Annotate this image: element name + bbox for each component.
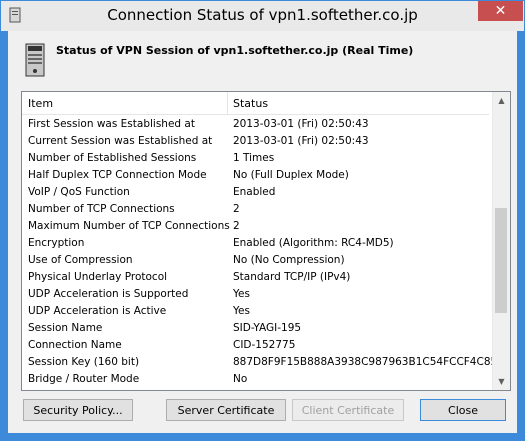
row-status-value: SID-YAGI-195 (233, 322, 302, 334)
row-item-label: Connection Name (28, 339, 122, 351)
client-certificate-button: Client Certificate (292, 399, 404, 421)
row-item-label: Maximum Number of TCP Connections (28, 220, 230, 232)
row-item-label: Current Session was Established at (28, 135, 213, 147)
row-item-label: Number of Established Sessions (28, 152, 197, 164)
list-row[interactable]: Session Name SID-YAGI-195 (22, 320, 489, 337)
row-item-label: Half Duplex TCP Connection Mode (28, 169, 207, 181)
scroll-down-arrow-icon[interactable]: ▼ (493, 373, 510, 390)
list-row[interactable]: Bridge / Router Mode No (22, 371, 489, 388)
row-status-value: Yes (233, 288, 250, 300)
dialog-body: Status of VPN Session of vpn1.softether.… (8, 31, 517, 433)
list-row[interactable]: Current Session was Established at 2013-0… (22, 133, 489, 150)
window-title: Connection Status of vpn1.softether.co.j… (107, 6, 418, 24)
session-status-heading: Status of VPN Session of vpn1.softether.… (56, 44, 414, 57)
list-row[interactable]: Half Duplex TCP Connection Mode No (Full … (22, 167, 489, 184)
column-divider[interactable] (227, 92, 228, 114)
list-row[interactable]: Maximum Number of TCP Connections 2 (22, 218, 489, 235)
row-item-label: Session Name (28, 322, 103, 334)
row-status-value: Standard TCP/IP (IPv4) (233, 271, 351, 283)
window-close-button[interactable]: ✕ (478, 1, 523, 21)
row-status-value: 2013-03-01 (Fri) 02:50:43 (233, 135, 369, 147)
row-status-value: Enabled (233, 186, 276, 198)
list-row[interactable]: Connection Name CID-152775 (22, 337, 489, 354)
row-status-value: Yes (233, 305, 250, 317)
row-status-value: No (No Compression) (233, 254, 345, 266)
row-item-label: Use of Compression (28, 254, 133, 266)
row-status-value: No (233, 373, 248, 385)
list-row[interactable]: Session Key (160 bit) 887D8F9F15B888A3938… (22, 354, 504, 371)
list-row[interactable]: Encryption Enabled (Algorithm: RC4-MD5) (22, 235, 489, 252)
column-header-item[interactable]: Item (28, 97, 53, 110)
list-row[interactable]: UDP Acceleration is Active Yes (22, 303, 489, 320)
row-item-label: First Session was Established at (28, 118, 195, 130)
close-button[interactable]: Close (420, 399, 506, 421)
list-row[interactable]: Use of Compression No (No Compression) (22, 252, 489, 269)
server-icon (25, 43, 45, 77)
row-item-label: UDP Acceleration is Active (28, 305, 167, 317)
dialog-window: Connection Status of vpn1.softether.co.j… (0, 0, 525, 441)
list-row[interactable]: Physical Underlay Protocol Standard TCP/I… (22, 269, 489, 286)
row-item-label: Bridge / Router Mode (28, 373, 140, 385)
vertical-scrollbar[interactable]: ▲ ▼ (492, 92, 510, 390)
title-bar[interactable]: Connection Status of vpn1.softether.co.j… (1, 1, 524, 31)
list-header: Item Status (22, 92, 489, 115)
list-row[interactable]: VoIP / QoS Function Enabled (22, 184, 489, 201)
scroll-thumb[interactable] (495, 208, 507, 313)
row-status-value: No (Full Duplex Mode) (233, 169, 349, 181)
list-row[interactable]: Number of TCP Connections 2 (22, 201, 489, 218)
row-item-label: Physical Underlay Protocol (28, 271, 168, 283)
row-status-value: CID-152775 (233, 339, 296, 351)
row-item-label: VoIP / QoS Function (28, 186, 130, 198)
status-list[interactable]: Item Status First Session was Establishe… (21, 91, 511, 391)
list-row[interactable]: UDP Acceleration is Supported Yes (22, 286, 489, 303)
row-status-value: 1 Times (233, 152, 275, 164)
server-certificate-button[interactable]: Server Certificate (166, 399, 286, 421)
list-row[interactable]: Number of Established Sessions 1 Times (22, 150, 489, 167)
row-status-value: 2013-03-01 (Fri) 02:50:43 (233, 118, 369, 130)
list-rows: First Session was Established at 2013-03-… (22, 116, 504, 388)
security-policy-button[interactable]: Security Policy... (23, 399, 133, 421)
list-row[interactable]: First Session was Established at 2013-03-… (22, 116, 489, 133)
row-status-value: 887D8F9F15B888A3938C987963B1C54FCCF4C853 (233, 356, 504, 368)
scroll-up-arrow-icon[interactable]: ▲ (493, 92, 510, 109)
row-item-label: UDP Acceleration is Supported (28, 288, 189, 300)
row-item-label: Encryption (28, 237, 85, 249)
row-status-value: Enabled (Algorithm: RC4-MD5) (233, 237, 394, 249)
row-item-label: Session Key (160 bit) (28, 356, 140, 368)
column-header-status[interactable]: Status (233, 97, 268, 110)
row-status-value: 2 (233, 220, 240, 232)
row-status-value: 2 (233, 203, 240, 215)
row-item-label: Number of TCP Connections (28, 203, 175, 215)
